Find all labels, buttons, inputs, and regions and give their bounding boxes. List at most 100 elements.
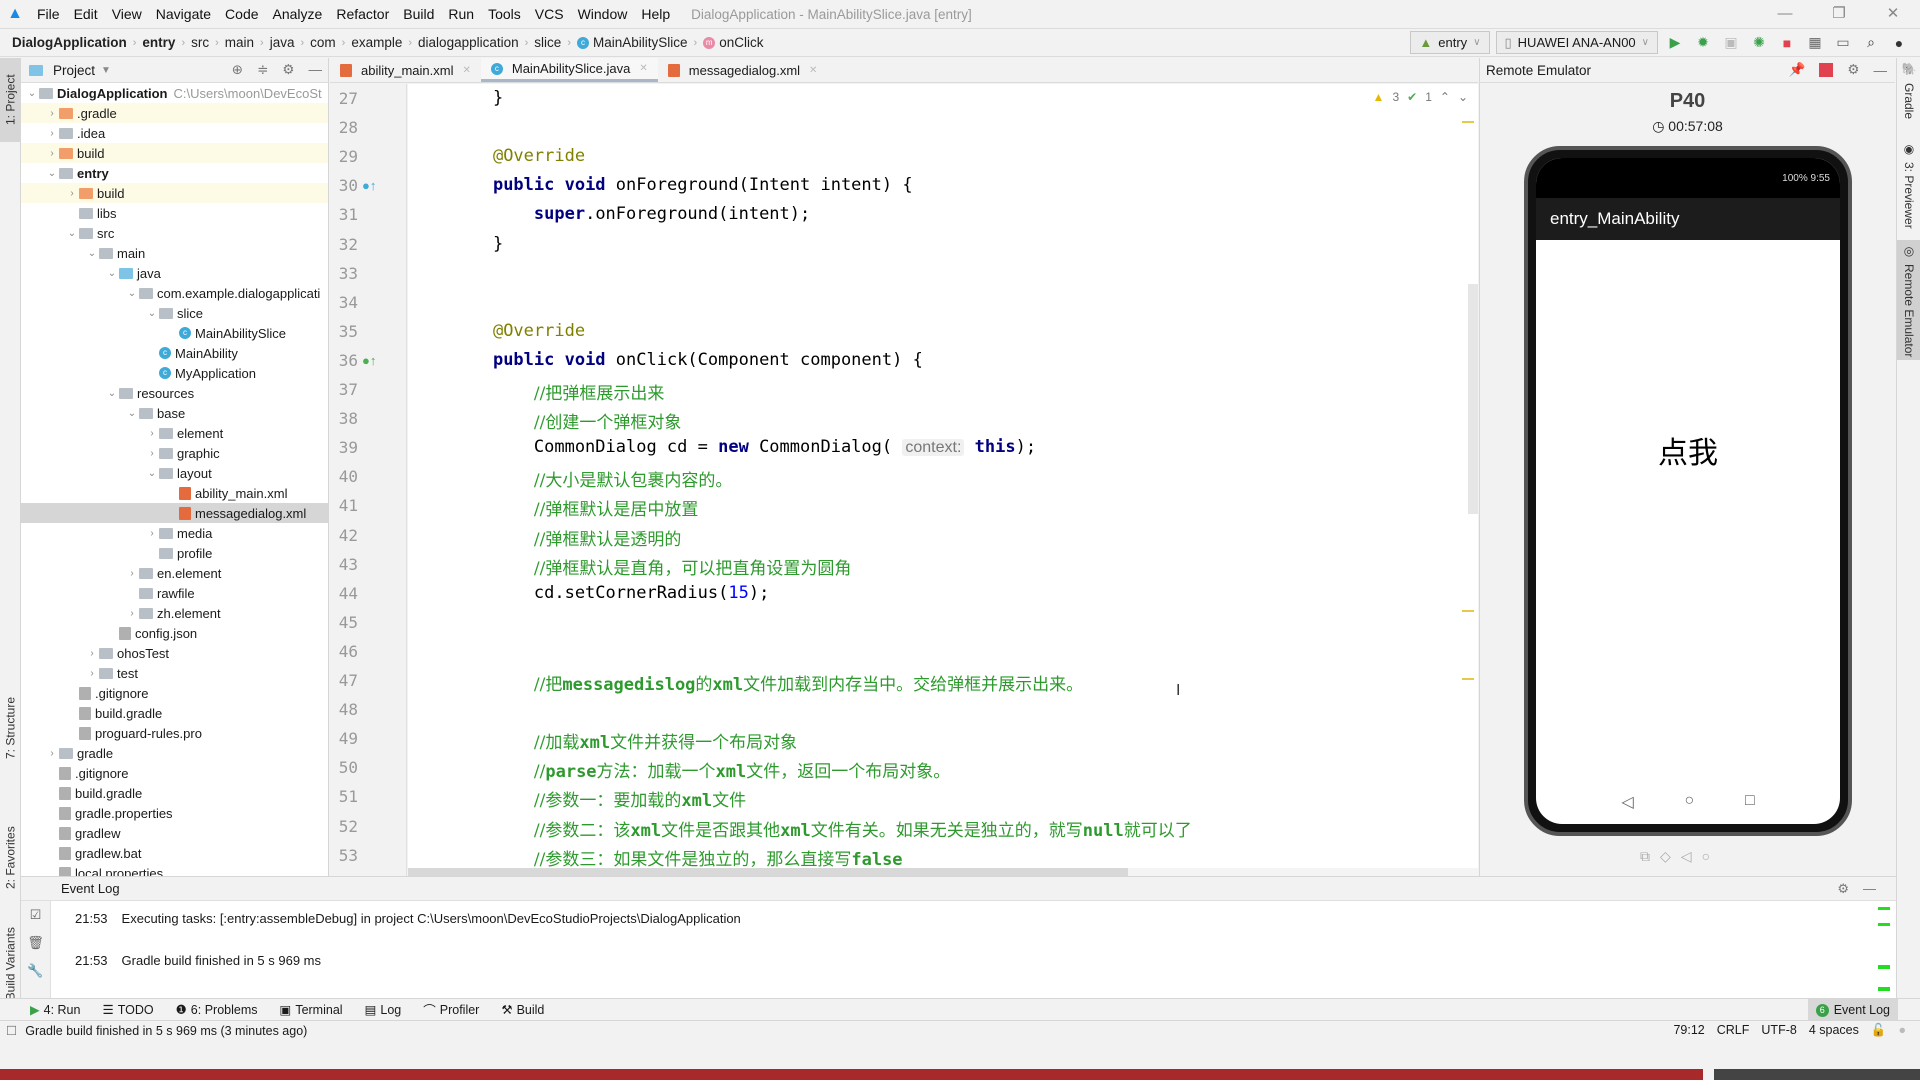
breadcrumb-item[interactable]: example xyxy=(351,35,402,50)
tree-item[interactable]: c MainAbilitySlice xyxy=(21,323,328,343)
close-button[interactable]: ✕ xyxy=(1866,0,1920,28)
menu-code[interactable]: Code xyxy=(218,6,265,22)
tree-item[interactable]: › element xyxy=(21,423,328,443)
inspection-widget[interactable]: ▲ 3 ✔ 1 ⌃ ⌄ xyxy=(1373,90,1468,104)
next-highlight-icon[interactable]: ⌄ xyxy=(1458,90,1468,104)
sdk-manager-icon[interactable]: ▭ xyxy=(1832,32,1854,54)
rotate-icon[interactable]: ◇ xyxy=(1660,848,1671,865)
tree-item[interactable]: › graphic xyxy=(21,443,328,463)
tree-item[interactable]: c MainAbility xyxy=(21,343,328,363)
toggle-tool-windows-icon[interactable]: ☐ xyxy=(6,1023,17,1038)
error-stripe-mark[interactable] xyxy=(1462,121,1474,123)
previous-highlight-icon[interactable]: ⌃ xyxy=(1440,90,1450,104)
tool-tab-project[interactable]: 1: Project xyxy=(0,58,21,142)
menu-help[interactable]: Help xyxy=(634,6,677,22)
recents-icon[interactable]: □ xyxy=(1745,792,1755,812)
tree-item[interactable]: ability_main.xml xyxy=(21,483,328,503)
tree-item[interactable]: ⌄ DialogApplication C:\Users\moon\DevEcoSt xyxy=(21,83,328,103)
code-editor[interactable]: ▲ 3 ✔ 1 ⌃ ⌄ } @Override public void onFore… xyxy=(408,84,1478,876)
search-icon[interactable]: ⌕ xyxy=(1860,32,1882,54)
override-marker-icon[interactable]: ●↑ xyxy=(362,178,376,193)
chevron-down-icon[interactable]: ⌄ xyxy=(125,288,139,299)
tree-item[interactable]: ⌄ layout xyxy=(21,463,328,483)
menu-window[interactable]: Window xyxy=(571,6,635,22)
menu-run[interactable]: Run xyxy=(441,6,481,22)
breadcrumb-item[interactable]: c MainAbilitySlice xyxy=(576,35,688,50)
indent-setting[interactable]: 4 spaces xyxy=(1809,1023,1859,1038)
breadcrumb-item[interactable]: dialogapplication xyxy=(418,35,519,50)
tool-tab-remote-emulator[interactable]: ◎ Remote Emulator xyxy=(1897,240,1920,360)
status-message[interactable]: Gradle build finished in 5 s 969 ms (3 m… xyxy=(25,1024,307,1038)
user-icon[interactable]: ● xyxy=(1888,32,1910,54)
chevron-right-icon[interactable]: › xyxy=(125,568,139,579)
menu-edit[interactable]: Edit xyxy=(67,6,105,22)
screenshot-icon[interactable]: ⧉ xyxy=(1640,848,1650,865)
attach-debugger-icon[interactable]: ✺ xyxy=(1748,32,1770,54)
tree-item[interactable]: messagedialog.xml xyxy=(21,503,328,523)
restore-button[interactable]: ❐ xyxy=(1812,0,1866,28)
notifications-icon[interactable]: ● xyxy=(1898,1023,1906,1038)
tree-item[interactable]: libs xyxy=(21,203,328,223)
project-view-selector[interactable]: Project xyxy=(53,63,95,78)
breadcrumb-item[interactable]: src xyxy=(191,35,209,50)
run-icon[interactable]: ▶ xyxy=(1664,32,1686,54)
chevron-down-icon[interactable]: ⌄ xyxy=(65,228,79,239)
tree-item[interactable]: .gitignore xyxy=(21,763,328,783)
tree-item[interactable]: gradlew xyxy=(21,823,328,843)
chevron-right-icon[interactable]: › xyxy=(145,528,159,539)
tree-item[interactable]: › media xyxy=(21,523,328,543)
home-icon[interactable]: ○ xyxy=(1684,792,1694,812)
chevron-down-icon[interactable]: ⌄ xyxy=(145,308,159,319)
chevron-right-icon[interactable]: › xyxy=(45,748,59,759)
tree-item[interactable]: ⌄ base xyxy=(21,403,328,423)
tree-item[interactable]: ⌄ main xyxy=(21,243,328,263)
attach-icon[interactable]: ▣ xyxy=(1720,32,1742,54)
phone-screen[interactable]: 100% 9:55 entry_MainAbility 点我 ◁ ○ □ xyxy=(1536,158,1840,824)
menu-file[interactable]: File xyxy=(30,6,67,22)
tree-item[interactable]: › ohosTest xyxy=(21,643,328,663)
editor-tab[interactable]: messagedialog.xml ✕ xyxy=(658,58,828,82)
tree-item[interactable]: › .idea xyxy=(21,123,328,143)
breadcrumb-item[interactable]: DialogApplication xyxy=(12,35,127,50)
hide-icon[interactable]: — xyxy=(1874,63,1888,78)
wrench-icon[interactable]: 🔧 xyxy=(27,963,43,979)
tree-item[interactable]: › gradle xyxy=(21,743,328,763)
gear-icon[interactable]: ⚙ xyxy=(282,62,294,78)
tree-item[interactable]: ⌄ java xyxy=(21,263,328,283)
chevron-down-icon[interactable]: ⌄ xyxy=(105,268,119,279)
horizontal-scrollbar[interactable] xyxy=(408,868,1128,876)
chevron-right-icon[interactable]: › xyxy=(145,448,159,459)
error-stripe-mark[interactable] xyxy=(1462,678,1474,680)
tree-item[interactable]: › .gradle xyxy=(21,103,328,123)
menu-build[interactable]: Build xyxy=(396,6,441,22)
tree-item[interactable]: build.gradle xyxy=(21,703,328,723)
chevron-right-icon[interactable]: › xyxy=(85,668,99,679)
tool-tab-structure[interactable]: 7: Structure xyxy=(0,658,21,798)
line-separator[interactable]: CRLF xyxy=(1717,1023,1750,1038)
mark-read-icon[interactable]: ☑ xyxy=(30,907,42,923)
close-tab-icon[interactable]: ✕ xyxy=(639,63,647,74)
back-icon[interactable]: ◁ xyxy=(1621,792,1633,812)
override-marker-icon[interactable]: ●↑ xyxy=(362,353,376,368)
chevron-right-icon[interactable]: › xyxy=(145,428,159,439)
tool-tab-run[interactable]: ▶ 4: Run xyxy=(30,1002,80,1018)
chevron-right-icon[interactable]: › xyxy=(45,128,59,139)
close-tab-icon[interactable]: ✕ xyxy=(462,65,470,76)
menu-tools[interactable]: Tools xyxy=(481,6,528,22)
stop-emulator-button[interactable] xyxy=(1819,63,1834,77)
menu-navigate[interactable]: Navigate xyxy=(149,6,218,22)
stop-icon[interactable]: ■ xyxy=(1776,32,1798,54)
pin-icon[interactable]: 📌 xyxy=(1789,62,1806,78)
back-icon[interactable]: ◁ xyxy=(1681,848,1692,865)
gear-icon[interactable]: ⚙ xyxy=(1847,62,1859,78)
tree-item[interactable]: ⌄ entry xyxy=(21,163,328,183)
hide-icon[interactable]: — xyxy=(1863,881,1876,897)
breadcrumb-item[interactable]: java xyxy=(270,35,295,50)
caret-position[interactable]: 79:12 xyxy=(1673,1023,1704,1038)
breadcrumb-item[interactable]: m onClick xyxy=(703,35,763,50)
home-icon[interactable]: ○ xyxy=(1702,848,1710,865)
tool-tab-log[interactable]: ▤ Log xyxy=(365,1002,402,1018)
gear-icon[interactable]: ⚙ xyxy=(1837,881,1849,897)
breadcrumb-item[interactable]: com xyxy=(310,35,336,50)
tree-item[interactable]: › zh.element xyxy=(21,603,328,623)
